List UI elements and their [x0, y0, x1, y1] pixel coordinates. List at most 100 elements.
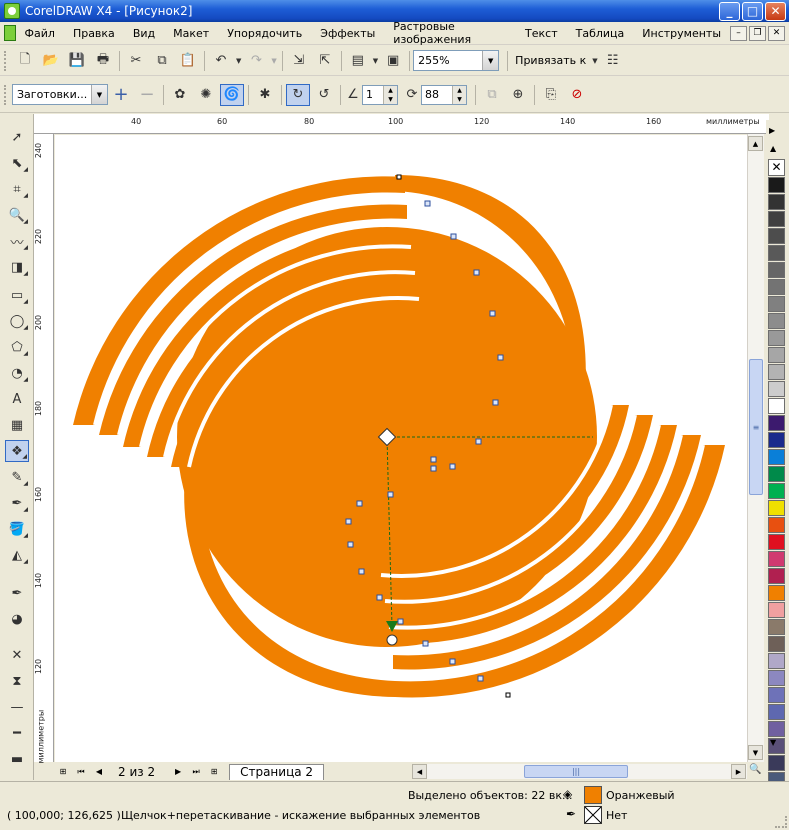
- spin-down-icon[interactable]: ▼: [452, 94, 466, 104]
- rectangle-tool-icon[interactable]: ▭ ◢: [5, 284, 29, 306]
- document-icon[interactable]: [4, 25, 16, 41]
- twister-distortion-shape[interactable]: [55, 135, 747, 762]
- no-outline-icon[interactable]: ✕: [5, 644, 29, 666]
- snap-to-button[interactable]: Привязать к: [515, 54, 586, 67]
- distortion-rotation-handle[interactable]: [386, 634, 398, 646]
- additional-degrees-field[interactable]: 88 ▲ ▼: [421, 84, 467, 105]
- copy-properties-icon[interactable]: ⎘: [539, 84, 563, 106]
- palette-swatch[interactable]: [768, 653, 785, 669]
- palette-swatch[interactable]: [768, 551, 785, 567]
- property-bar-grip[interactable]: [4, 84, 8, 105]
- menu-effects[interactable]: Эффекты: [311, 27, 384, 40]
- drawing-canvas[interactable]: [55, 135, 747, 762]
- first-page-icon[interactable]: ⏮: [74, 765, 88, 779]
- pick-tool-icon[interactable]: ➚: [5, 126, 29, 148]
- zoom-combo[interactable]: 255% ▼: [413, 50, 500, 71]
- menu-text[interactable]: Текст: [516, 27, 567, 40]
- palette-swatch[interactable]: [768, 755, 785, 771]
- palette-down-icon[interactable]: ▼: [770, 738, 776, 747]
- polygon-tool-icon[interactable]: ⬠ ◢: [5, 336, 29, 358]
- horizontal-ruler[interactable]: 40 60 80 100 120 140 160 миллиметры: [34, 114, 769, 134]
- hairline-outline-icon[interactable]: ⧗: [5, 670, 29, 692]
- redo-dropdown-icon[interactable]: ▼: [271, 57, 276, 65]
- tab-page-2[interactable]: Страница 2: [229, 763, 325, 780]
- paste-icon[interactable]: 📋: [176, 50, 200, 72]
- copy-distortion-icon[interactable]: ⧉: [480, 84, 504, 106]
- palette-swatch[interactable]: [768, 177, 785, 193]
- previous-page-icon[interactable]: ◀: [92, 765, 106, 779]
- doc-minimize-button[interactable]: –: [730, 25, 747, 41]
- palette-swatch[interactable]: [768, 398, 785, 414]
- palette-swatch[interactable]: [768, 415, 785, 431]
- scroll-down-icon[interactable]: ▼: [748, 745, 763, 760]
- palette-swatch[interactable]: [768, 449, 785, 465]
- no-color-swatch[interactable]: ✕: [768, 159, 785, 176]
- palette-swatch[interactable]: [768, 194, 785, 210]
- next-page-icon[interactable]: ▶: [171, 765, 185, 779]
- welcome-screen-icon[interactable]: ▣: [381, 50, 405, 72]
- close-button[interactable]: ✕: [765, 1, 786, 21]
- palette-swatch[interactable]: [768, 585, 785, 601]
- toolbar-grip[interactable]: [4, 50, 8, 71]
- palette-swatch[interactable]: [768, 670, 785, 686]
- palette-swatch[interactable]: [768, 483, 785, 499]
- thin-outline-icon[interactable]: —: [5, 696, 29, 718]
- spin-up-icon[interactable]: ▲: [452, 85, 466, 95]
- palette-swatch[interactable]: [768, 296, 785, 312]
- copy-icon[interactable]: ⧉: [150, 50, 174, 72]
- palette-swatch[interactable]: [768, 364, 785, 380]
- clockwise-rotation-icon[interactable]: ↻: [286, 83, 310, 106]
- crop-tool-icon[interactable]: ⌗ ◢: [5, 178, 29, 200]
- palette-swatch[interactable]: [768, 330, 785, 346]
- palette-swatch[interactable]: [768, 704, 785, 720]
- zoom-tool-icon[interactable]: 🔍 ◢: [5, 204, 29, 226]
- presets-combo[interactable]: Заготовки... ▼: [12, 84, 108, 105]
- chevron-down-icon[interactable]: ▼: [91, 85, 107, 104]
- outline-color-swatch[interactable]: [584, 806, 602, 824]
- scroll-right-icon[interactable]: ▶: [731, 764, 746, 779]
- scroll-left-icon[interactable]: ◀: [412, 764, 427, 779]
- table-tool-icon[interactable]: ▦: [5, 414, 29, 436]
- add-page-after-icon[interactable]: ⊞: [207, 765, 221, 779]
- menu-arrange[interactable]: Упорядочить: [218, 27, 311, 40]
- minimize-button[interactable]: _: [719, 1, 740, 21]
- import-icon[interactable]: ⇲: [287, 50, 311, 72]
- last-page-icon[interactable]: ⏭: [189, 765, 203, 779]
- launcher-dropdown-icon[interactable]: ▼: [373, 57, 378, 65]
- complete-rotations-field[interactable]: 1 ▲ ▼: [362, 84, 398, 105]
- menu-layout[interactable]: Макет: [164, 27, 218, 40]
- interactive-fill-tool-icon[interactable]: ◭ ◢: [5, 544, 29, 566]
- palette-swatch[interactable]: [768, 313, 785, 329]
- palette-swatch[interactable]: [768, 211, 785, 227]
- medium-outline-icon[interactable]: ━: [5, 722, 29, 744]
- menu-edit[interactable]: Правка: [64, 27, 124, 40]
- save-icon[interactable]: 💾: [65, 50, 89, 72]
- text-tool-icon[interactable]: A: [5, 388, 29, 410]
- vertical-scroll-thumb[interactable]: ≡: [749, 359, 763, 495]
- push-pull-distortion-icon[interactable]: ✿: [168, 84, 192, 106]
- palette-swatch[interactable]: [768, 721, 785, 737]
- new-icon[interactable]: 🗋: [13, 50, 37, 72]
- palette-scroll-icon[interactable]: ▶: [769, 126, 775, 135]
- cut-icon[interactable]: ✂: [124, 50, 148, 72]
- fill-tool-icon[interactable]: 🪣 ◢: [5, 518, 29, 540]
- chevron-down-icon[interactable]: ▼: [482, 51, 499, 70]
- fill-color-swatch[interactable]: [584, 786, 602, 804]
- fill-bucket-icon[interactable]: ◈: [563, 787, 579, 803]
- outline-pen-icon[interactable]: ✒: [566, 807, 576, 821]
- maximize-button[interactable]: □: [742, 1, 763, 21]
- eyedropper-tool-icon[interactable]: ✎ ◢: [5, 466, 29, 488]
- horizontal-scroll-thumb[interactable]: |||: [524, 765, 628, 778]
- add-new-distortion-icon[interactable]: ✱: [253, 84, 277, 106]
- doc-restore-button[interactable]: ❐: [749, 25, 766, 41]
- distort-tool-icon[interactable]: ❖ ◢: [5, 440, 29, 462]
- menu-bitmaps[interactable]: Растровые изображения: [384, 20, 516, 46]
- palette-swatch[interactable]: [768, 228, 785, 244]
- menu-file[interactable]: Файл: [16, 27, 64, 40]
- remove-preset-icon[interactable]: −: [135, 84, 159, 106]
- palette-swatch[interactable]: [768, 245, 785, 261]
- smart-fill-tool-icon[interactable]: ◨ ◢: [5, 256, 29, 278]
- palette-swatch[interactable]: [768, 500, 785, 516]
- spin-up-icon[interactable]: ▲: [383, 85, 397, 95]
- menu-table[interactable]: Таблица: [567, 27, 634, 40]
